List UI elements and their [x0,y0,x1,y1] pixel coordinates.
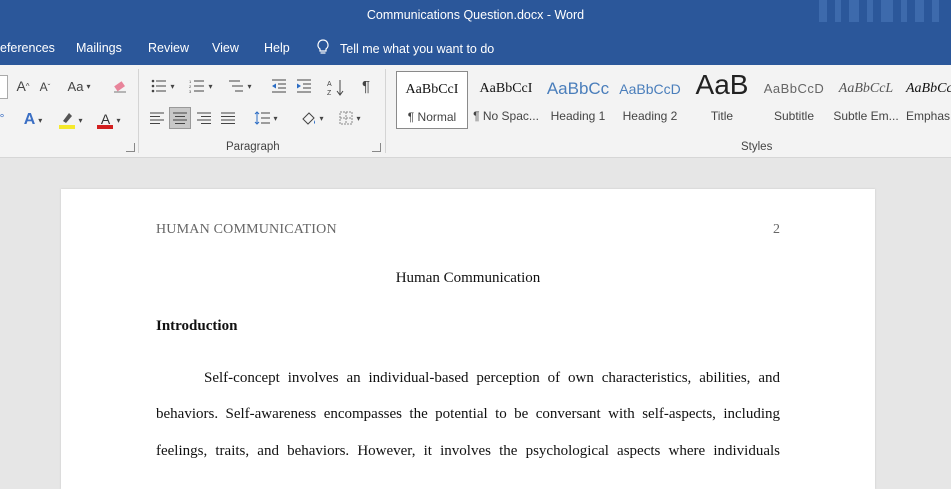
style-normal[interactable]: AaBbCcI ¶ Normal [396,71,468,129]
lightbulb-icon [316,39,330,58]
document-page[interactable]: HUMAN COMMUNICATION 2 Human Communicatio… [61,189,875,489]
paragraph-line: behaviors. Self-awareness encompasses th… [156,406,780,423]
font-dialog-launcher[interactable] [126,143,135,152]
bullets-button[interactable]: ▾ [148,77,178,95]
borders-button[interactable]: ▾ [334,107,366,129]
style-subtitle[interactable]: AaBbCcD Subtitle [758,71,830,129]
font-size-box[interactable] [0,75,8,99]
group-separator [138,69,139,153]
shading-button[interactable]: ▾ [296,107,328,129]
svg-text:Z: Z [327,90,332,96]
tab-help[interactable]: Help [264,41,290,55]
tab-mailings[interactable]: Mailings [76,41,122,55]
align-right-icon[interactable] [194,107,214,129]
clear-formatting-icon[interactable] [110,76,130,96]
group-separator [385,69,386,153]
highlight-color-button[interactable]: ▾ [55,109,87,131]
grow-font-button[interactable]: A ^ [12,77,34,95]
text-effects-partial-icon: ° [0,111,5,125]
tell-me-label: Tell me what you want to do [340,41,495,56]
style-heading-2[interactable]: AaBbCcD Heading 2 [614,71,686,129]
styles-gallery: AaBbCcI ¶ Normal AaBbCcI ¶ No Spac... Aa… [396,69,951,129]
svg-text:3: 3 [189,89,192,93]
paragraph-line: Self-concept involves an individual-base… [204,370,780,386]
document-title: Human Communication [395,270,541,286]
style-subtle-emphasis[interactable]: AaBbCcL Subtle Em... [830,71,902,129]
document-canvas[interactable]: HUMAN COMMUNICATION 2 Human Communicatio… [0,158,951,489]
title-bar: Communications Question.docx - Word [0,0,951,31]
ribbon: A^ Aˇ Aa▾ ° A▾ ▾ A ▾ ▾ 123▾ ▾ AZ ¶ [0,65,951,158]
align-center-icon[interactable] [169,107,191,129]
running-head: HUMAN COMMUNICATION [156,222,337,237]
line-spacing-button[interactable]: ▾ [250,107,282,129]
multilevel-list-button[interactable]: ▾ [224,77,256,95]
numbering-button[interactable]: 1 2 3 ▾ [186,77,216,95]
body-paragraph: Self-concept involves an individual-base… [156,360,780,469]
page-number: 2 [773,222,780,237]
tab-references[interactable]: eferences [0,41,55,55]
ribbon-tab-bar: eferences Mailings Review View Help Tell… [0,31,951,65]
style-title[interactable]: AaB Title [686,69,758,129]
paragraph-line: feelings, traits, and behaviors. However… [156,442,780,459]
show-formatting-marks-icon[interactable]: ¶ [356,76,376,96]
title-bar-pattern [801,0,951,31]
svg-text:A: A [327,81,332,88]
paragraph-dialog-launcher[interactable] [372,143,381,152]
tell-me-box[interactable]: Tell me what you want to do [316,39,494,58]
sort-icon[interactable]: AZ [325,77,347,97]
decrease-indent-icon[interactable] [268,77,290,95]
styles-group-label: Styles [741,141,773,153]
style-no-spacing[interactable]: AaBbCcI ¶ No Spac... [470,71,542,129]
font-color-button[interactable]: A ▾ [93,109,125,131]
change-case-button[interactable]: Aa ▾ [64,77,94,95]
tab-review[interactable]: Review [148,41,189,55]
align-left-icon[interactable] [147,107,167,129]
tab-view[interactable]: View [212,41,239,55]
increase-indent-icon[interactable] [293,77,315,95]
shrink-font-button[interactable]: Aˇ [36,78,54,96]
justify-icon[interactable] [218,107,238,129]
paragraph-group-label: Paragraph [226,141,280,153]
section-heading: Introduction [156,318,238,334]
style-emphasis[interactable]: AaBbCc Emphas [902,71,951,129]
text-effects-button[interactable]: A ▾ [18,109,48,131]
style-heading-1[interactable]: AaBbCc Heading 1 [542,71,614,129]
